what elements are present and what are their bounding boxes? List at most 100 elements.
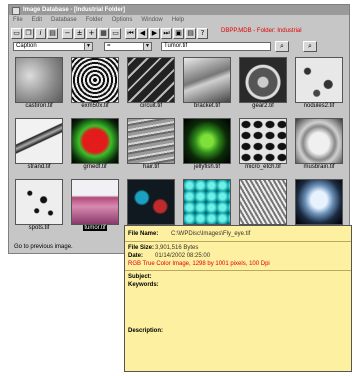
date-value: 01/14/2002 08:25:00 — [155, 253, 211, 259]
grid-view-button[interactable]: ▦ — [98, 27, 109, 39]
thumbnail-caption: bracket.tif — [193, 103, 220, 109]
divider — [125, 241, 351, 242]
search-button[interactable]: ⌕ — [275, 41, 289, 52]
chevron-down-icon: ▼ — [84, 43, 92, 50]
thumbnail-image — [127, 179, 175, 225]
thumbnail-item[interactable]: musbrain.tif — [291, 117, 347, 175]
thumbnail-item[interactable]: bracket.tif — [179, 56, 235, 114]
operator-select-value: = — [107, 43, 111, 49]
scale-button[interactable]: ± — [74, 27, 85, 39]
info-button[interactable]: i — [35, 27, 46, 39]
thumbnail-caption: castiron.tif — [25, 103, 53, 109]
thumbnail-caption: exm50x.tif — [81, 103, 109, 109]
divider — [125, 270, 351, 271]
thumbnail-caption: musbrain.tif — [303, 164, 335, 170]
print-button[interactable]: ▤ — [47, 27, 58, 39]
thumbnail-image — [239, 179, 287, 225]
thumbnail-image — [127, 118, 175, 164]
thumbnail-item[interactable]: jellyfish.tif — [179, 117, 235, 175]
list-view-button[interactable]: ▭ — [110, 27, 121, 39]
thumbnail-item[interactable]: circuit.tif — [123, 56, 179, 114]
menu-file[interactable]: File — [13, 17, 23, 23]
menu-database[interactable]: Database — [51, 17, 77, 23]
subject-label: Subject: — [128, 274, 152, 280]
thumbnail-image — [295, 179, 343, 225]
thumbnail-caption: grnedf.tif — [83, 164, 107, 170]
date-label: Date: — [128, 253, 144, 259]
thumbnail-image — [71, 179, 119, 225]
menu-folder[interactable]: Folder — [86, 17, 103, 23]
thumbnail-item[interactable]: nodules2.tif — [291, 56, 347, 114]
thumbnail-image — [71, 57, 119, 103]
chevron-down-icon: ▼ — [143, 43, 151, 50]
field-select-value: Caption — [16, 43, 37, 49]
file-name-label: File Name: — [128, 231, 159, 237]
next-image-button[interactable]: ▶ — [149, 27, 160, 39]
title-bar: Image Database - [Industrial Folder] — [9, 5, 349, 15]
remove-image-button[interactable]: − — [62, 27, 73, 39]
menu-options[interactable]: Options — [112, 17, 133, 23]
file-size-label: File Size: — [128, 245, 155, 251]
status-bar: Go to previous image. — [14, 244, 73, 250]
first-image-button[interactable]: ⏮ — [125, 27, 136, 39]
thumbnail-item[interactable]: castiron.tif — [11, 56, 67, 114]
previous-image-button[interactable]: ◀ — [137, 27, 148, 39]
folder-path: DBPP.MDB - Folder: Industrial — [221, 28, 302, 34]
help-button[interactable]: ? — [197, 27, 208, 39]
image-info-panel: File Name: C:\WPDisc\Images\Fly_eye.tif … — [124, 225, 352, 372]
thumbnail-caption: spots.tif — [28, 225, 50, 231]
app-icon[interactable] — [12, 7, 20, 15]
menu-bar: File Edit Database Folder Options Window… — [9, 15, 349, 25]
thumbnail-item[interactable]: strand.tif — [11, 117, 67, 175]
thumbnail-item[interactable]: spots.tif — [11, 178, 67, 236]
thumbnail-caption: gear2.tif — [252, 103, 274, 109]
thumbnail-caption: strand.tif — [27, 164, 51, 170]
thumbnail-image — [15, 57, 63, 103]
thumbnail-item[interactable]: exm50x.tif — [67, 56, 123, 114]
thumbnail-image — [127, 57, 175, 103]
open-folder-button[interactable]: ▭ — [11, 27, 22, 39]
thumbnail-caption-selected: tumor.tif — [83, 225, 107, 231]
thumbnail-item[interactable]: micro_etch.tif — [235, 117, 291, 175]
binoculars-next-icon: ⌕ — [308, 42, 312, 50]
binoculars-icon: ⌕ — [280, 42, 284, 50]
thumbnail-caption: circuit.tif — [139, 103, 162, 109]
thumbnail-caption: hair.tif — [142, 164, 159, 170]
thumbnail-image — [15, 179, 63, 225]
thumbnail-image — [183, 118, 231, 164]
slideshow-button[interactable]: ▣ — [173, 27, 184, 39]
menu-window[interactable]: Window — [141, 17, 162, 23]
app-window: Image Database - [Industrial Folder] Fil… — [8, 4, 350, 254]
thumbnail-image — [183, 57, 231, 103]
operator-select[interactable]: = ▼ — [104, 42, 152, 51]
filter-bar: Caption ▼ = ▼ Tumor.tif ⌕ ⌕ — [11, 41, 347, 53]
thumbnail-item[interactable]: hair.tif — [123, 117, 179, 175]
thumbnail-image — [183, 179, 231, 225]
thumbnail-item[interactable]: grnedf.tif — [67, 117, 123, 175]
thumbnail-image — [15, 118, 63, 164]
thumbnail-caption: tumor.tif — [67, 225, 123, 231]
add-image-button[interactable]: + — [86, 27, 97, 39]
find-next-button[interactable]: ⌕ — [303, 41, 317, 52]
thumbnail-image — [295, 57, 343, 103]
copy-button[interactable]: ❐ — [23, 27, 34, 39]
thumbnail-image — [295, 118, 343, 164]
field-select[interactable]: Caption ▼ — [13, 42, 93, 51]
value-field[interactable]: Tumor.tif — [161, 42, 271, 51]
thumbnail-image — [239, 118, 287, 164]
image-description: RGB True Color Image, 1298 by 1001 pixel… — [128, 261, 270, 267]
thumbnail-grid: castiron.tif exm50x.tif circuit.tif brac… — [11, 56, 349, 241]
window-title: Image Database - [Industrial Folder] — [23, 7, 126, 13]
thumbnail-image — [71, 118, 119, 164]
table-view-button[interactable]: ▤ — [185, 27, 196, 39]
menu-edit[interactable]: Edit — [32, 17, 42, 23]
last-image-button[interactable]: ⏭ — [161, 27, 172, 39]
thumbnail-item[interactable]: gear2.tif — [235, 56, 291, 114]
thumbnail-caption: jellyfish.tif — [193, 164, 220, 170]
menu-help[interactable]: Help — [172, 17, 184, 23]
thumbnail-caption: micro_etch.tif — [245, 164, 281, 170]
thumbnail-caption: nodules2.tif — [303, 103, 335, 109]
description-label: Description: — [128, 328, 164, 334]
thumbnail-item[interactable]: tumor.tif — [67, 178, 123, 236]
file-size-value: 3,901,516 Bytes — [155, 245, 199, 251]
